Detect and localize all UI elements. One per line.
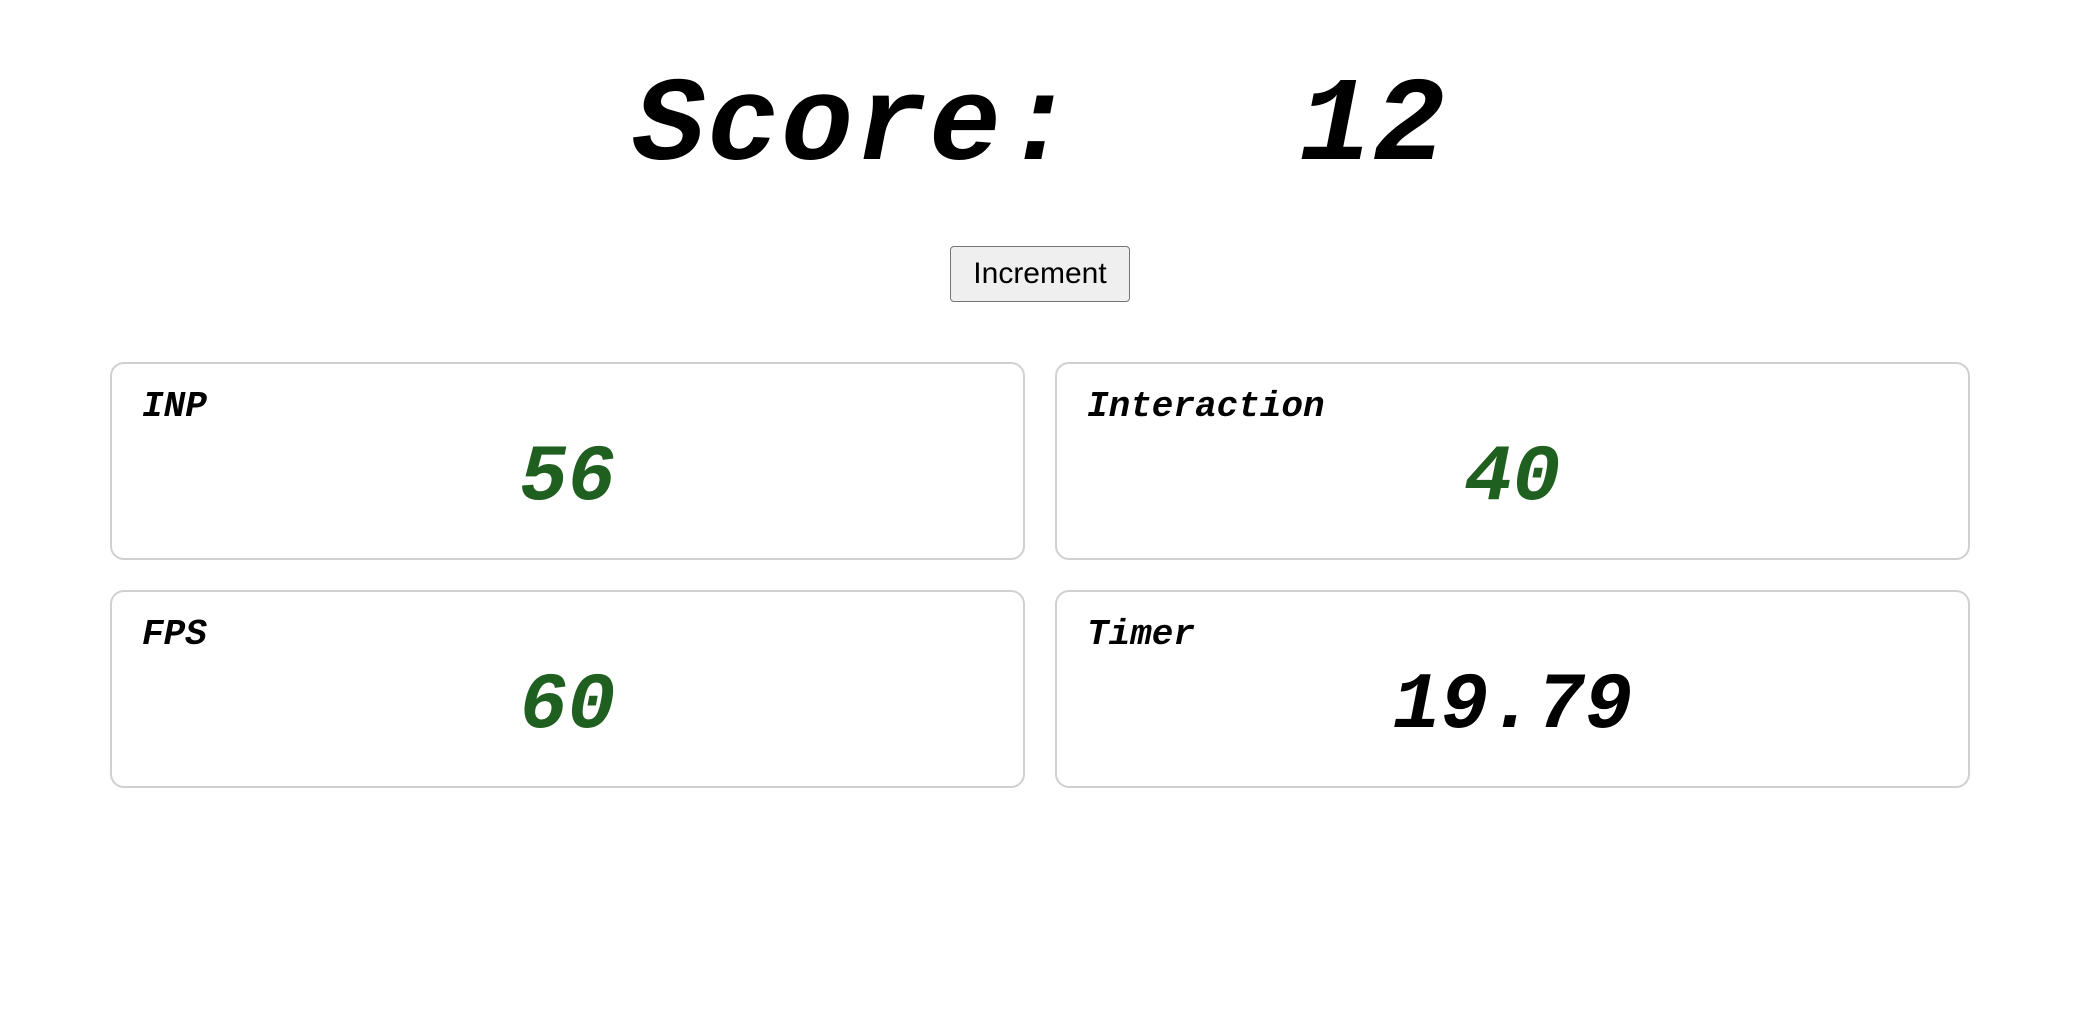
increment-button[interactable]: Increment xyxy=(950,246,1129,302)
interaction-panel: Interaction 40 xyxy=(1055,362,1970,560)
score-title: Score: 12 xyxy=(80,60,2000,196)
timer-panel: Timer 19.79 xyxy=(1055,590,1970,788)
score-value: 12 xyxy=(1299,60,1447,196)
inp-label: INP xyxy=(142,386,993,427)
interaction-label: Interaction xyxy=(1087,386,1938,427)
fps-panel: FPS 60 xyxy=(110,590,1025,788)
inp-panel: INP 56 xyxy=(110,362,1025,560)
timer-value: 19.79 xyxy=(1087,661,1938,752)
inp-value: 56 xyxy=(142,433,993,524)
timer-label: Timer xyxy=(1087,614,1938,655)
interaction-value: 40 xyxy=(1087,433,1938,524)
score-label: Score: xyxy=(633,60,1077,196)
button-row: Increment xyxy=(80,246,2000,302)
fps-label: FPS xyxy=(142,614,993,655)
fps-value: 60 xyxy=(142,661,993,752)
metrics-panels: INP 56 Interaction 40 FPS 60 Timer 19.79 xyxy=(80,362,2000,788)
